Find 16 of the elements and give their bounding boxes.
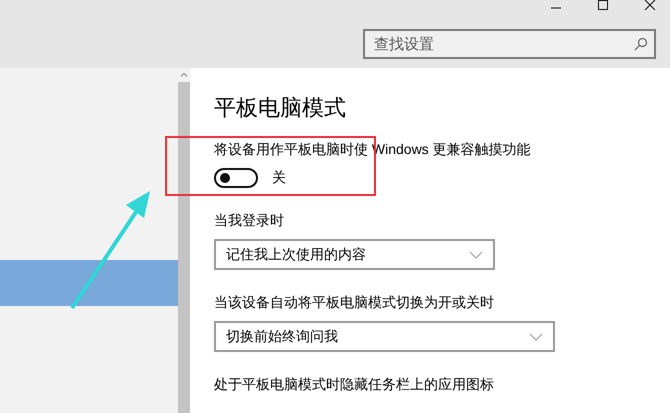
scrollbar[interactable] [178, 68, 190, 413]
up-chevron-icon[interactable] [180, 72, 188, 77]
chevron-down-icon [469, 250, 483, 258]
dropdown[interactable]: 切换前始终询问我 [214, 321, 555, 352]
setting-label: 当我登录时 [214, 212, 285, 230]
setting-label: 处于平板电脑模式时隐藏任务栏上的应用图标 [214, 376, 495, 394]
close-icon[interactable] [644, 0, 656, 10]
setting-label: 当该设备自动将平板电脑模式切换为开或关时 [214, 294, 495, 312]
toggle-state: 关 [272, 169, 286, 187]
dropdown[interactable]: 记住我上次使用的内容 [214, 239, 495, 270]
page-title: 平板电脑模式 [214, 94, 347, 122]
search-icon[interactable] [634, 37, 648, 51]
chevron-down-icon [529, 332, 543, 340]
maximize-icon[interactable] [597, 0, 609, 10]
search-field[interactable]: 查找设置 [363, 29, 656, 59]
toggle-switch[interactable] [214, 168, 258, 188]
